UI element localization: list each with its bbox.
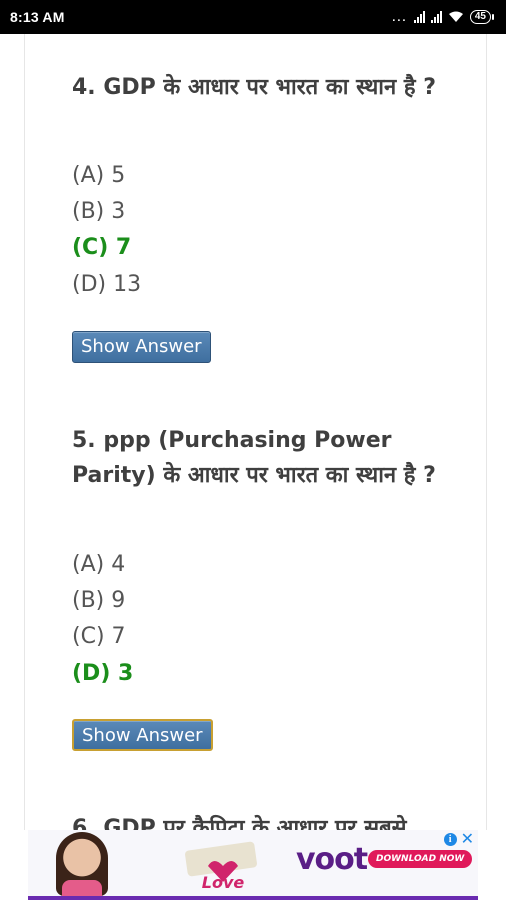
question-5-title: 5. ppp (Purchasing Power Parity) के आधार… [72, 428, 436, 488]
battery-icon: 45 [469, 10, 494, 24]
wifi-icon [448, 11, 463, 22]
battery-level: 45 [469, 10, 491, 24]
ad-bottom-bar [28, 896, 478, 900]
status-time: 8:13 AM [10, 9, 65, 25]
status-icons: … 45 [390, 8, 494, 25]
show-answer-button-4[interactable]: Show Answer [72, 331, 211, 363]
question-5-option-b[interactable]: (B) 9 [72, 587, 125, 615]
question-4-title: 4. GDP के आधार पर भारत का स्थान है ? [72, 75, 436, 100]
svg-text:Love: Love [202, 873, 245, 892]
question-4-option-c[interactable]: (C) 7 [72, 234, 131, 262]
question-5-option-c[interactable]: (C) 7 [72, 623, 126, 651]
question-4-option-a[interactable]: (A) 5 [72, 162, 125, 190]
show-answer-button-5[interactable]: Show Answer [72, 719, 213, 751]
info-icon[interactable]: i [443, 832, 457, 846]
ad-banner[interactable]: Love voot DOWNLOAD NOW i ✕ [0, 830, 506, 900]
quiz-content[interactable]: 4. GDP के आधार पर भारत का स्थान है ? (A)… [0, 34, 506, 830]
signal-icon [413, 11, 425, 23]
question-5-option-a[interactable]: (A) 4 [72, 551, 125, 579]
signal-2-icon [430, 11, 442, 23]
ad-controls: i ✕ [443, 831, 474, 847]
ad-download-button[interactable]: DOWNLOAD NOW [368, 850, 473, 868]
more-notifications-icon: … [390, 8, 408, 25]
question-4-option-d[interactable]: (D) 13 [72, 271, 141, 299]
ad-brand[interactable]: voot [296, 842, 368, 877]
ad-show-logo: Love [185, 841, 257, 892]
close-icon[interactable]: ✕ [461, 831, 474, 847]
ad-actress-image [56, 832, 108, 896]
question-6-title: 6. GDP पर कैपिटा के आधार पर सबसे [72, 816, 407, 830]
voot-ad[interactable]: Love voot DOWNLOAD NOW i ✕ [28, 830, 478, 900]
question-4-option-b[interactable]: (B) 3 [72, 198, 125, 226]
question-5-option-d[interactable]: (D) 3 [72, 660, 133, 688]
status-bar: 8:13 AM … 45 [0, 0, 506, 34]
